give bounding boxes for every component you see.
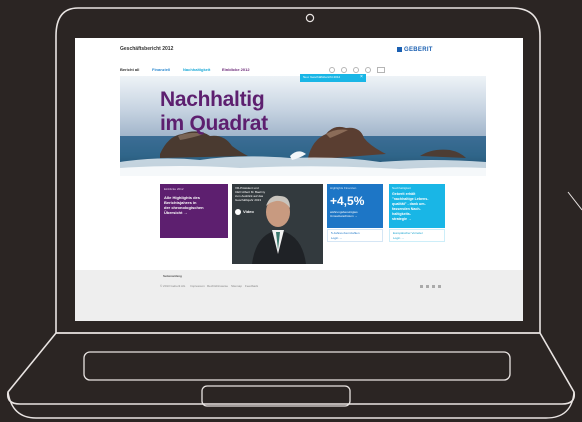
footer-toggle[interactable]: Seitenanfang (163, 275, 182, 278)
nav-item-nachhaltigkeit[interactable]: Nachhaltigkeit (183, 68, 210, 72)
footer-link-rechtshinweise[interactable]: Rechtshinweise (207, 285, 228, 288)
keyboard-outline (83, 351, 511, 381)
play-icon[interactable] (235, 209, 241, 215)
google-plus-icon[interactable] (432, 285, 435, 288)
figures-kicker: Highlights Finanzen (330, 186, 357, 190)
close-icon[interactable]: × (360, 75, 363, 80)
nav-item-bericht[interactable]: Bericht all (120, 68, 139, 72)
tile-financial-figures[interactable]: Highlights Finanzen +4,5% währungsberein… (327, 184, 383, 228)
video-label[interactable]: Video (243, 210, 254, 214)
announcement-text[interactable]: Neu: Geschäftsbericht 2012 (303, 76, 340, 79)
nav-item-finanziell[interactable]: Finanziell (152, 68, 170, 72)
share-icon[interactable] (438, 285, 441, 288)
laptop-screen: Geschäftsbericht 2012 GEBERIT Bericht al… (75, 38, 523, 321)
laptop-base-front (7, 391, 575, 419)
laptop-base-outline (6, 332, 576, 405)
footer-link-feedback[interactable]: Feedback (245, 285, 258, 288)
tile-highlights-line4: Übersicht → (164, 210, 188, 215)
geberit-logo[interactable]: GEBERIT (404, 47, 433, 53)
cursor-hint-icon (567, 191, 582, 211)
print-icon[interactable] (341, 67, 347, 73)
sustainability-sub-link[interactable]: Login → (393, 237, 404, 240)
figures-sub-title: 5-Jahres-Kennzahlen (331, 231, 360, 235)
footer-link-impressum[interactable]: Impressum (190, 285, 205, 288)
report-title[interactable]: Geschäftsbericht 2012 (120, 47, 173, 52)
webcam-icon (305, 13, 315, 23)
trackpad-outline (201, 385, 351, 407)
video-caption-line4: Geschäftsjahr 2013 (235, 198, 262, 202)
sustainability-kicker: Nachhaltigkeit (392, 186, 411, 190)
footer: Seitenanfang © 2013 Geberit AG Impressum… (75, 270, 523, 321)
search-icon[interactable] (329, 67, 335, 73)
hero-headline-line2: im Quadrat (160, 112, 268, 135)
tile-financial-sub[interactable]: 5-Jahres-Kennzahlen Login → (327, 229, 383, 242)
tile-highlights-kicker: Einblicke 2012 (164, 187, 184, 191)
sustainability-sub-title: Europäischer Vorreiter (393, 231, 423, 235)
tile-sustainability[interactable]: Nachhaltigkeit Geberit erhält "nachhalti… (389, 184, 445, 228)
sustainability-line6: strategie → (392, 217, 412, 221)
download-icon[interactable] (365, 67, 371, 73)
twitter-icon[interactable] (426, 285, 429, 288)
figures-sub-link[interactable]: Login → (331, 237, 342, 240)
nav-item-einblicke[interactable]: Einblicke 2012 (222, 68, 250, 72)
tile-video[interactable]: VR-Präsident und CEO Albert M. Baehny zu… (232, 184, 323, 264)
geberit-logo-mark-icon[interactable] (397, 47, 402, 52)
info-icon[interactable] (353, 67, 359, 73)
footer-link-sitemap[interactable]: Sitemap (231, 285, 242, 288)
announcement-dropdown[interactable]: Neu: Geschäftsbericht 2012 × (300, 74, 366, 82)
language-switch-icon[interactable] (377, 67, 385, 73)
tile-sustainability-sub[interactable]: Europäischer Vorreiter Login → (389, 229, 445, 242)
figures-value: +4,5% (330, 194, 365, 208)
hero-banner: Nachhaltig im Quadrat (120, 76, 486, 176)
tile-highlights[interactable]: Einblicke 2012 Alle Highlights des Beric… (160, 184, 228, 238)
footer-copyright: © 2013 Geberit AG (160, 284, 186, 288)
figures-desc-line2: Umsatzwachstum → (330, 214, 358, 218)
facebook-icon[interactable] (420, 285, 423, 288)
hero-headline-line1: Nachhaltig (160, 88, 265, 111)
